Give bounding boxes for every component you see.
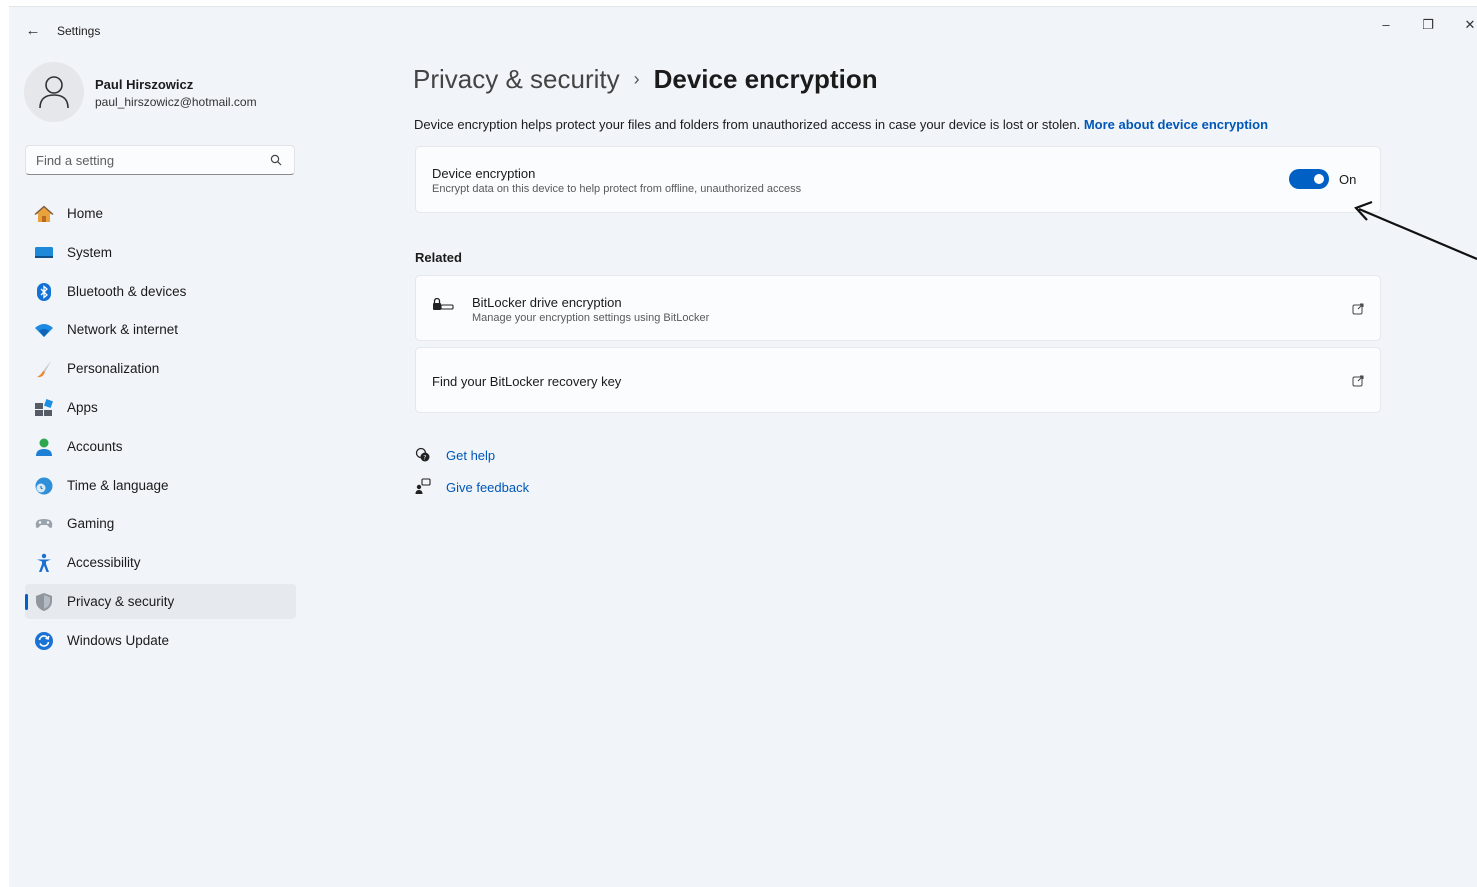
person-icon bbox=[39, 76, 69, 109]
sidebar-nav: Home System Bluetooth & devices Network … bbox=[25, 196, 296, 662]
person-icon bbox=[36, 438, 52, 456]
wifi-icon bbox=[35, 324, 53, 338]
user-email: paul_hirszowicz@hotmail.com bbox=[95, 95, 257, 109]
sidebar-item-label: Gaming bbox=[67, 516, 115, 532]
sidebar-item-label: System bbox=[67, 244, 113, 260]
bitlocker-title: BitLocker drive encryption bbox=[472, 295, 622, 310]
breadcrumb: Privacy & security › Device encryption bbox=[413, 64, 878, 95]
breadcrumb-parent[interactable]: Privacy & security bbox=[413, 64, 620, 94]
home-icon bbox=[34, 205, 54, 222]
sidebar-item-home[interactable]: Home bbox=[25, 196, 296, 231]
user-name: Paul Hirszowicz bbox=[95, 77, 194, 92]
bitlocker-card[interactable]: BitLocker drive encryption Manage your e… bbox=[415, 275, 1381, 341]
related-section-label: Related bbox=[415, 250, 462, 265]
globe-clock-icon bbox=[35, 477, 53, 495]
sidebar-item-label: Accounts bbox=[67, 438, 123, 454]
sidebar-item-privacy-security[interactable]: Privacy & security bbox=[25, 583, 296, 619]
sidebar-item-accounts[interactable]: Accounts bbox=[25, 429, 296, 464]
breadcrumb-separator: › bbox=[633, 69, 640, 89]
bitlocker-icon bbox=[433, 298, 454, 310]
sidebar-item-label: Windows Update bbox=[67, 632, 170, 648]
accessibility-icon bbox=[37, 553, 51, 573]
card-subtitle: Encrypt data on this device to help prot… bbox=[432, 183, 802, 195]
page-title: Device encryption bbox=[653, 64, 878, 94]
restore-button[interactable]: ❐ bbox=[1413, 15, 1443, 35]
toggle-knob bbox=[1314, 174, 1324, 184]
sidebar-item-network[interactable]: Network & internet bbox=[25, 312, 296, 347]
close-button[interactable]: ✕ bbox=[1455, 15, 1477, 35]
device-encryption-toggle[interactable] bbox=[1289, 169, 1329, 189]
shield-icon bbox=[36, 592, 52, 611]
svg-text:?: ? bbox=[423, 455, 426, 462]
sidebar-item-apps[interactable]: Apps bbox=[25, 390, 296, 425]
apps-icon bbox=[35, 398, 53, 416]
selection-indicator bbox=[25, 593, 28, 610]
sidebar-item-gaming[interactable]: Gaming bbox=[25, 506, 296, 541]
card-title: Device encryption bbox=[432, 166, 536, 181]
system-icon bbox=[35, 246, 53, 258]
sidebar-item-windows-update[interactable]: Windows Update bbox=[25, 623, 296, 658]
brush-icon bbox=[37, 361, 51, 378]
device-encryption-card: Device encryption Encrypt data on this d… bbox=[415, 146, 1381, 213]
settings-window: ← Settings – ❐ ✕ Paul Hirszowicz paul_hi… bbox=[9, 6, 1477, 887]
sidebar-item-system[interactable]: System bbox=[25, 235, 296, 270]
avatar[interactable] bbox=[24, 62, 84, 122]
sidebar-item-label: Bluetooth & devices bbox=[67, 283, 187, 299]
gamepad-icon bbox=[35, 519, 53, 529]
more-about-encryption-link[interactable]: More about device encryption bbox=[1084, 117, 1268, 132]
sidebar-item-label: Network & internet bbox=[67, 322, 179, 338]
sidebar-item-label: Time & language bbox=[67, 477, 169, 493]
get-help-icon: ? bbox=[415, 447, 430, 462]
update-icon bbox=[35, 631, 53, 650]
description-text: Device encryption helps protect your fil… bbox=[414, 117, 1081, 132]
sidebar-item-label: Apps bbox=[67, 399, 98, 415]
title-bar: ← Settings – ❐ ✕ bbox=[9, 7, 1477, 53]
search-placeholder: Find a setting bbox=[36, 153, 115, 168]
sidebar-item-bluetooth[interactable]: Bluetooth & devices bbox=[25, 274, 296, 309]
sidebar-item-accessibility[interactable]: Accessibility bbox=[25, 545, 296, 580]
get-help-link[interactable]: Get help bbox=[446, 448, 495, 463]
app-title: Settings bbox=[57, 24, 101, 38]
external-link-icon bbox=[1352, 375, 1364, 387]
sidebar-item-personalization[interactable]: Personalization bbox=[25, 351, 296, 386]
sidebar-item-label: Accessibility bbox=[67, 555, 141, 571]
minimize-button[interactable]: – bbox=[1371, 15, 1401, 35]
search-input[interactable]: Find a setting bbox=[25, 145, 295, 175]
sidebar-item-label: Personalization bbox=[67, 361, 160, 377]
back-arrow-icon[interactable]: ← bbox=[23, 21, 43, 41]
external-link-icon bbox=[1352, 303, 1364, 315]
give-feedback-link[interactable]: Give feedback bbox=[446, 480, 529, 495]
bitlocker-subtitle: Manage your encryption settings using Bi… bbox=[472, 312, 710, 324]
recovery-key-card[interactable]: Find your BitLocker recovery key bbox=[415, 347, 1381, 413]
toggle-state-label: On bbox=[1339, 172, 1357, 187]
sidebar-item-time-language[interactable]: Time & language bbox=[25, 468, 296, 503]
recovery-key-title: Find your BitLocker recovery key bbox=[432, 374, 622, 389]
sidebar-item-label: Privacy & security bbox=[67, 593, 175, 609]
bluetooth-icon bbox=[37, 282, 51, 301]
sidebar-item-label: Home bbox=[67, 206, 104, 221]
search-icon[interactable] bbox=[270, 154, 282, 166]
give-feedback-icon bbox=[415, 478, 431, 494]
page-description: Device encryption helps protect your fil… bbox=[414, 117, 1268, 132]
